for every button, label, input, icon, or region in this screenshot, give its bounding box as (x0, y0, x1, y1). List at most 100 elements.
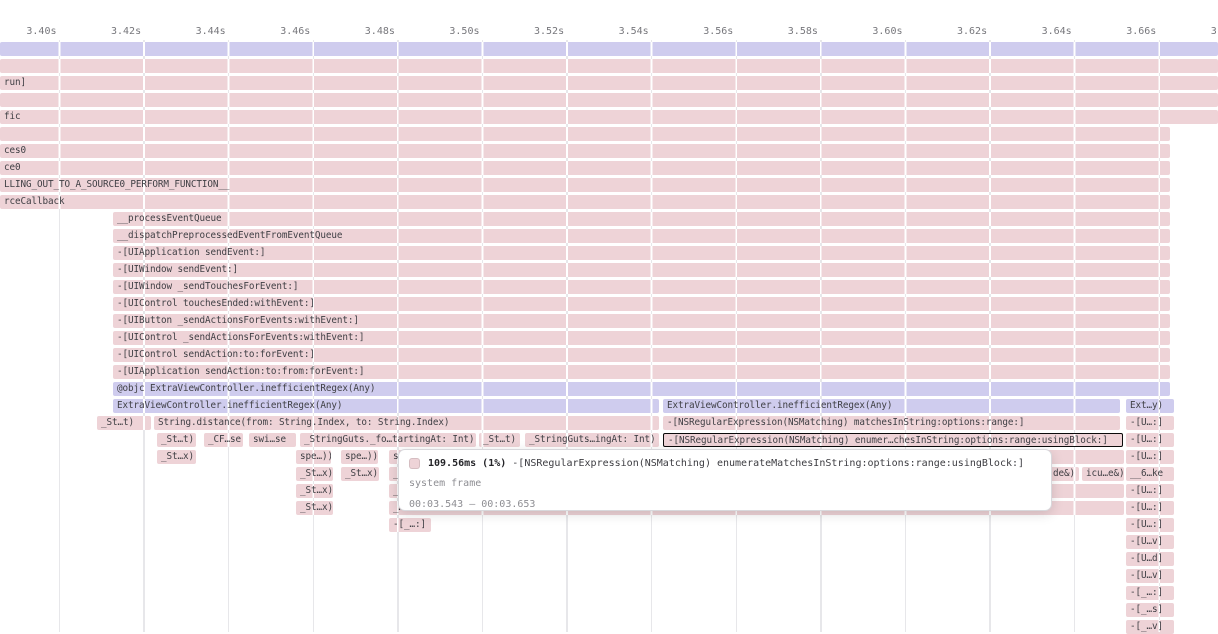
flame-cell[interactable]: _St…x) (296, 501, 333, 515)
flame-cell[interactable]: spe…)) (341, 450, 378, 464)
ruler-tick-label: 3.56s (688, 26, 733, 38)
flame-cell[interactable]: -[_…:] (1126, 586, 1174, 600)
flame-row: rceCallback (0, 195, 1218, 209)
flame-row: -[UIApplication sendEvent:] (0, 246, 1218, 260)
flame-cell[interactable]: ExtraViewController.inefficientRegex(Any… (113, 399, 659, 413)
flame-cell[interactable] (0, 42, 1218, 56)
flame-cell[interactable]: -[U…v] (1126, 569, 1174, 583)
flame-row: -[_…s] (0, 603, 1218, 617)
tooltip-category: system frame (409, 477, 1041, 491)
ruler-tick-label: 3.44s (181, 26, 226, 38)
flame-cell[interactable] (0, 59, 1218, 73)
flame-cell[interactable] (0, 93, 1218, 107)
flame-cell[interactable]: __dispatchPreprocessedEventFromEventQueu… (113, 229, 1170, 243)
flame-row: LLING_OUT_TO_A_SOURCE0_PERFORM_FUNCTION_… (0, 178, 1218, 192)
flame-cell[interactable]: -[_…s] (1126, 603, 1174, 617)
flame-row: __dispatchPreprocessedEventFromEventQueu… (0, 229, 1218, 243)
flame-cell[interactable]: ces0 (0, 144, 1170, 158)
flame-row (0, 93, 1218, 107)
ruler-tick-label: 3.58s (773, 26, 818, 38)
flame-cell[interactable]: _St…x) (296, 467, 333, 481)
flame-row (0, 42, 1218, 56)
flame-cell[interactable]: run] (0, 76, 1218, 90)
ruler-tick-label: 3.52s (519, 26, 564, 38)
ruler-tick-label: 3.66s (1111, 26, 1156, 38)
flame-row: -[_…:] -[U…:] (0, 518, 1218, 532)
flame-cell[interactable]: -[U…:] (1126, 433, 1174, 447)
flame-cell[interactable]: -[U…d] (1126, 552, 1174, 566)
flame-row: -[U…v] (0, 535, 1218, 549)
flame-cell[interactable]: -[UIControl touchesEnded:withEvent:] (113, 297, 1170, 311)
frame-color-swatch-icon (409, 458, 420, 469)
flame-cell[interactable]: String.distance(from: String.Index, to: … (154, 416, 659, 430)
flame-cell[interactable]: _St…t) (97, 416, 151, 430)
flame-cell[interactable]: -[UIControl sendAction:to:forEvent:] (113, 348, 1170, 362)
flame-cell-label: de&) (1053, 467, 1075, 481)
flame-row: -[UIControl touchesEnded:withEvent:] (0, 297, 1218, 311)
ruler-tick-label: 3.50s (435, 26, 480, 38)
flame-cell[interactable]: -[UIControl _sendActionsForEvents:withEv… (113, 331, 1170, 345)
flame-cell[interactable]: -[U…:] (1126, 484, 1174, 498)
ruler-tick-label: 3.40s (12, 26, 57, 38)
flame-cell[interactable]: rceCallback (0, 195, 1170, 209)
flame-row: -[UIApplication sendAction:to:from:forEv… (0, 365, 1218, 379)
flame-cell[interactable]: -[U…:] (1126, 501, 1174, 515)
flame-row: -[UIWindow sendEvent:] (0, 263, 1218, 277)
flame-cell-selected[interactable]: -[NSRegularExpression(NSMatching) enumer… (663, 433, 1123, 447)
flame-cell[interactable]: @objc ExtraViewController.inefficientReg… (113, 382, 1170, 396)
flame-cell[interactable]: icu…e&) (1082, 467, 1124, 481)
flame-cell[interactable]: _StringGuts…ingAt: Int) (525, 433, 659, 447)
flame-row: run] (0, 76, 1218, 90)
flame-cell[interactable]: fic (0, 110, 1218, 124)
tooltip: 109.56ms (1%) -[NSRegularExpression(NSMa… (398, 449, 1052, 511)
flame-cell[interactable]: swi…se (249, 433, 296, 447)
flame-cell[interactable]: -[UIWindow sendEvent:] (113, 263, 1170, 277)
flame-row: ce0 (0, 161, 1218, 175)
flame-row: -[UIButton _sendActionsForEvents:withEve… (0, 314, 1218, 328)
flame-row: ExtraViewController.inefficientRegex(Any… (0, 399, 1218, 413)
flame-row: -[UIWindow _sendTouchesForEvent:] (0, 280, 1218, 294)
flame-row (0, 127, 1218, 141)
ruler-tick-label: 3.48s (350, 26, 395, 38)
flame-row: -[_…:] (0, 586, 1218, 600)
ruler-tick-label: 3.46s (265, 26, 310, 38)
flame-cell[interactable]: ExtraViewController.inefficientRegex(Any… (663, 399, 1120, 413)
flame-row: -[U…v] (0, 569, 1218, 583)
flame-cell[interactable]: _StringGuts._fo…tartingAt: Int) (300, 433, 476, 447)
flame-cell[interactable]: _St…x) (296, 484, 333, 498)
flame-cell[interactable] (0, 127, 1170, 141)
flame-row: fic (0, 110, 1218, 124)
ruler-tick-label: 3.64s (1027, 26, 1072, 38)
tooltip-time-range: 00:03.543 — 00:03.653 (409, 498, 1041, 512)
flame-row: _St…t)String.distance(from: String.Index… (0, 416, 1218, 430)
flame-cell[interactable]: spe…)) (296, 450, 331, 464)
flame-cell[interactable]: -[NSRegularExpression(NSMatching) matche… (663, 416, 1120, 430)
flame-row (0, 59, 1218, 73)
flame-cell[interactable]: _CF…se (204, 433, 243, 447)
ruler-tick-label: 3.42s (96, 26, 141, 38)
flame-cell[interactable]: _St…x) (341, 467, 379, 481)
flame-cell[interactable]: Ext…y) (1126, 399, 1174, 413)
flame-row: -[UIControl sendAction:to:forEvent:] (0, 348, 1218, 362)
flame-cell[interactable]: -[UIWindow _sendTouchesForEvent:] (113, 280, 1170, 294)
ruler-tick-label: 3.60s (858, 26, 903, 38)
flame-cell[interactable]: -[UIApplication sendEvent:] (113, 246, 1170, 260)
flame-cell[interactable]: _St…x) (157, 450, 196, 464)
flame-cell[interactable]: -[U…v] (1126, 535, 1174, 549)
tooltip-duration: 109.56ms (1%) (428, 458, 506, 469)
flame-cell[interactable]: ce0 (0, 161, 1170, 175)
flame-cell[interactable]: _St…t) (157, 433, 196, 447)
flame-cell[interactable]: -[_…:] (389, 518, 431, 532)
flame-cell[interactable]: __6…ke (1126, 467, 1174, 481)
flame-cell[interactable]: _St…t) (479, 433, 520, 447)
flame-cell[interactable]: -[U…:] (1126, 416, 1174, 430)
flame-cell[interactable]: LLING_OUT_TO_A_SOURCE0_PERFORM_FUNCTION_… (0, 178, 1170, 192)
flame-row: _St…t) _CF…se swi…se _StringGuts._fo…tartin… (0, 433, 1218, 447)
flame-cell[interactable]: __processEventQueue (113, 212, 1170, 226)
flame-cell[interactable]: -[UIApplication sendAction:to:from:forEv… (113, 365, 1170, 379)
tooltip-header: 109.56ms (1%) -[NSRegularExpression(NSMa… (409, 456, 1041, 470)
flame-cell[interactable]: -[U…:] (1126, 450, 1174, 464)
ruler-tick-label: 3.62s (942, 26, 987, 38)
flame-cell[interactable]: -[UIButton _sendActionsForEvents:withEve… (113, 314, 1170, 328)
flame-cell[interactable]: -[U…:] (1126, 518, 1174, 532)
